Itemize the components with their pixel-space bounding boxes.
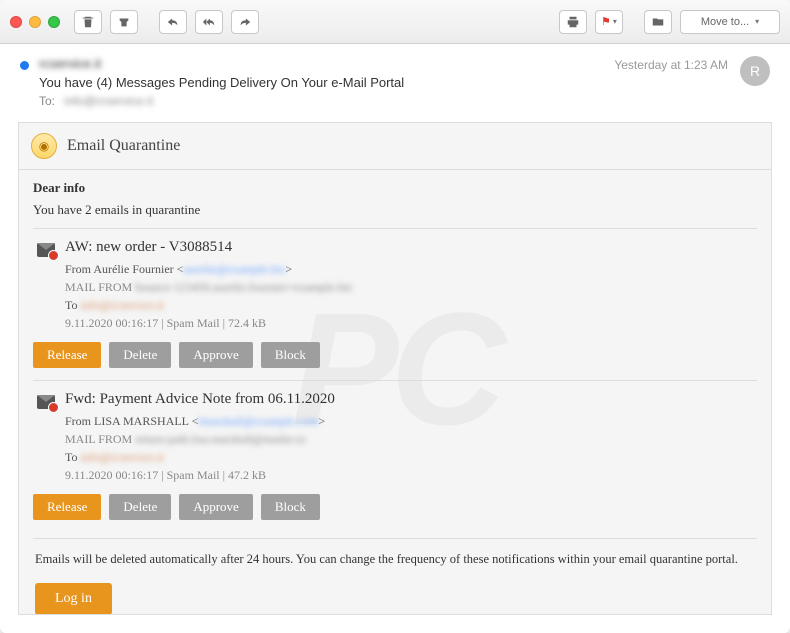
item-subject: AW: new order - V3088514 xyxy=(65,239,757,256)
item-stats: 9.11.2020 00:16:17 | Spam Mail | 47.2 kB xyxy=(65,468,266,482)
from-label: From Aurélie Fournier < xyxy=(65,262,183,276)
print-button[interactable] xyxy=(559,10,587,34)
item-stats: 9.11.2020 00:16:17 | Spam Mail | 72.4 kB xyxy=(65,316,266,330)
footer: Emails will be deleted automatically aft… xyxy=(33,538,757,615)
greeting: Dear info xyxy=(33,180,757,196)
reply-all-button[interactable] xyxy=(195,10,223,34)
forward-button[interactable] xyxy=(231,10,259,34)
release-button[interactable]: Release xyxy=(33,494,101,520)
mail-window: ⚑ ▾ Move to... ▾ rcservice.it You have (… xyxy=(0,0,790,633)
reply-button[interactable] xyxy=(159,10,187,34)
item-actions: Release Delete Approve Block xyxy=(33,494,757,520)
item-actions: Release Delete Approve Block xyxy=(33,342,757,368)
from-label: From LISA MARSHALL < xyxy=(65,414,198,428)
quarantine-item: AW: new order - V3088514 From Aurélie Fo… xyxy=(33,228,757,380)
to-value: info@rcservice.it xyxy=(81,298,164,312)
junk-icon xyxy=(117,15,131,29)
reply-icon xyxy=(166,15,180,29)
to-label: To xyxy=(65,298,81,312)
move-folder-button[interactable] xyxy=(644,10,672,34)
to-value: info@rcservice.it xyxy=(81,450,164,464)
block-button[interactable]: Block xyxy=(261,494,320,520)
to-value: info@rcservice.it xyxy=(64,94,153,108)
from-close: > xyxy=(318,414,325,428)
item-subject: Fwd: Payment Advice Note from 06.11.2020 xyxy=(65,391,757,408)
to-label: To: xyxy=(39,94,55,108)
quarantine-title: Email Quarantine xyxy=(67,137,180,155)
approve-button[interactable]: Approve xyxy=(179,342,253,368)
trash-icon xyxy=(81,15,95,29)
mailfrom-value: return-path.lisa.marshall@mailer.io xyxy=(135,432,306,446)
quarantine-icon: ◉ xyxy=(31,133,57,159)
mailfrom-label: MAIL FROM xyxy=(65,280,135,294)
message-body: PC ◉ Email Quarantine Dear info You have… xyxy=(18,122,772,615)
forward-icon xyxy=(238,15,252,29)
blocked-mail-icon xyxy=(37,395,55,409)
chevron-down-icon: ▾ xyxy=(613,17,617,26)
chevron-down-icon: ▾ xyxy=(755,17,759,26)
unread-indicator xyxy=(20,61,29,70)
avatar: R xyxy=(740,56,770,86)
delete-button[interactable]: Delete xyxy=(109,342,171,368)
reply-all-icon xyxy=(202,15,216,29)
to-row: To: info@rcservice.it xyxy=(39,94,604,108)
from-email: aurelie@example.biz xyxy=(183,262,285,276)
message-timestamp: Yesterday at 1:23 AM xyxy=(614,58,728,72)
zoom-window-button[interactable] xyxy=(48,16,60,28)
mailfrom-value: bounce-123456.aurelie.fournier=example.b… xyxy=(135,280,352,294)
junk-button[interactable] xyxy=(110,10,138,34)
print-icon xyxy=(566,15,580,29)
block-button[interactable]: Block xyxy=(261,342,320,368)
approve-button[interactable]: Approve xyxy=(179,494,253,520)
window-controls xyxy=(10,16,60,28)
close-window-button[interactable] xyxy=(10,16,22,28)
titlebar: ⚑ ▾ Move to... ▾ xyxy=(0,0,790,44)
blocked-mail-icon xyxy=(37,243,55,257)
footer-text: Emails will be deleted automatically aft… xyxy=(35,551,755,569)
from-close: > xyxy=(285,262,292,276)
move-to-label: Move to... xyxy=(701,16,749,28)
sender-name: rcservice.it xyxy=(39,56,604,71)
mailfrom-label: MAIL FROM xyxy=(65,432,135,446)
minimize-window-button[interactable] xyxy=(29,16,41,28)
to-label: To xyxy=(65,450,81,464)
intro-text: You have 2 emails in quarantine xyxy=(33,202,757,218)
quarantine-header: ◉ Email Quarantine xyxy=(19,123,771,170)
flag-icon: ⚑ xyxy=(601,15,611,28)
trash-button[interactable] xyxy=(74,10,102,34)
login-button[interactable]: Log in xyxy=(35,583,112,615)
flag-button[interactable]: ⚑ ▾ xyxy=(595,10,623,34)
release-button[interactable]: Release xyxy=(33,342,101,368)
message-subject: You have (4) Messages Pending Delivery O… xyxy=(39,75,604,90)
delete-button[interactable]: Delete xyxy=(109,494,171,520)
from-email: lmarshall@example.com xyxy=(198,414,318,428)
move-to-dropdown[interactable]: Move to... ▾ xyxy=(680,10,780,34)
folder-move-icon xyxy=(651,15,665,29)
message-header: rcservice.it You have (4) Messages Pendi… xyxy=(0,44,790,116)
quarantine-item: Fwd: Payment Advice Note from 06.11.2020… xyxy=(33,380,757,532)
